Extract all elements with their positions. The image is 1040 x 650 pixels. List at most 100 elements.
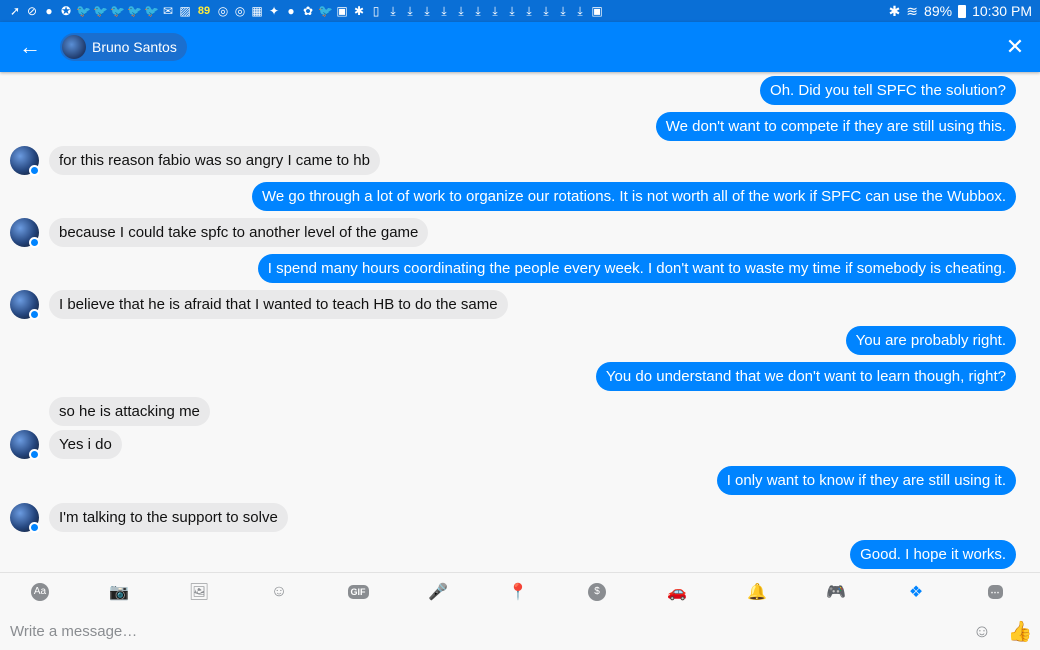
notification-icon: ⊘ bbox=[26, 4, 38, 18]
notification-icon: ▣ bbox=[591, 4, 603, 18]
contact-avatar bbox=[62, 35, 86, 59]
notification-icon: 🐦 bbox=[93, 4, 108, 18]
text-style-icon[interactable]: Aa bbox=[29, 582, 51, 602]
message-row-sent: You do understand that we don't want to … bbox=[0, 362, 1040, 394]
sender-avatar[interactable] bbox=[10, 146, 40, 176]
sticker-icon[interactable]: ☺ bbox=[971, 620, 993, 642]
sent-message-bubble[interactable]: I spend many hours coordinating the peop… bbox=[257, 254, 1016, 283]
notification-icon: 🐦 bbox=[76, 4, 91, 18]
notification-icon: ● bbox=[45, 4, 53, 18]
notification-icon: ⤓ bbox=[407, 4, 413, 18]
received-message-bubble[interactable]: I'm talking to the support to solve bbox=[49, 503, 288, 532]
location-icon[interactable]: 📍 bbox=[507, 582, 529, 602]
more-options-icon[interactable]: ⋯ bbox=[984, 582, 1006, 602]
dropbox-icon[interactable]: ❖ bbox=[905, 582, 927, 602]
sender-avatar[interactable] bbox=[10, 430, 40, 460]
battery-icon bbox=[958, 4, 967, 18]
notification-icon: ⤓ bbox=[577, 4, 583, 18]
sent-message-bubble[interactable]: I only want to know if they are still us… bbox=[716, 466, 1016, 495]
status-bar: ➚ ⊘ ● ✪ 🐦 🐦 🐦 🐦 🐦 ✉ ▨ 89 ◎ ◎ ▦ ✦ ● ✿ 🐦 ▣ ✱ ▯ ⤓ ⤓ ⤓ ⤓ ⤓ ⤓ ⤓ ⤓ ⤓ ⤓ ⤓ ⤓ ▣ ✱ ≋… bbox=[0, 0, 1040, 22]
sent-message-bubble[interactable]: Good. I hope it works. bbox=[850, 540, 1016, 569]
received-message-bubble[interactable]: I believe that he is afraid that I wante… bbox=[49, 290, 508, 319]
contact-chip[interactable]: Bruno Santos bbox=[60, 33, 187, 61]
notification-icon: ✿ bbox=[302, 4, 314, 18]
wifi-icon: ≋ bbox=[906, 2, 919, 19]
message-row-sent: Oh. Did you tell SPFC the solution? bbox=[0, 76, 1040, 108]
notification-icon: 🐦 bbox=[110, 4, 125, 18]
message-row-received: for this reason fabio was so angry I cam… bbox=[0, 146, 1040, 178]
sender-avatar[interactable] bbox=[10, 503, 40, 533]
received-message-bubble[interactable]: for this reason fabio was so angry I cam… bbox=[49, 146, 380, 175]
game-controller-icon[interactable]: 🎮 bbox=[825, 582, 847, 602]
sent-message-bubble[interactable]: We go through a lot of work to organize … bbox=[252, 182, 1016, 211]
bell-icon[interactable]: 🔔 bbox=[746, 582, 768, 602]
notification-icon: 89 bbox=[197, 5, 211, 17]
message-row-received: I believe that he is afraid that I wante… bbox=[0, 290, 1040, 322]
notification-icon: 🐦 bbox=[144, 4, 159, 18]
received-message-bubble[interactable]: Yes i do bbox=[49, 430, 122, 459]
bluetooth-icon: ✱ bbox=[888, 2, 901, 19]
notification-icon: ✪ bbox=[60, 4, 72, 18]
notification-icon: ▯ bbox=[372, 4, 380, 18]
notification-icon: ⤓ bbox=[543, 4, 549, 18]
notification-icon: ◎ bbox=[217, 4, 229, 18]
notification-icon: ⤓ bbox=[424, 4, 430, 18]
notification-icon: ➚ bbox=[9, 4, 21, 18]
emoji-icon[interactable]: ☺ bbox=[268, 582, 290, 602]
message-row-received: I'm talking to the support to solve bbox=[0, 503, 1040, 535]
sent-message-bubble[interactable]: We don't want to compete if they are sti… bbox=[655, 112, 1016, 141]
received-message-bubble[interactable]: because I could take spfc to another lev… bbox=[49, 218, 429, 247]
gallery-icon[interactable]: 🖼 bbox=[188, 582, 210, 602]
like-icon[interactable]: 👍 bbox=[1008, 619, 1033, 643]
messenger-badge-icon bbox=[29, 165, 40, 176]
message-row-received: because I could take spfc to another lev… bbox=[0, 218, 1040, 250]
notification-icon: ◎ bbox=[234, 4, 246, 18]
notification-icon: ⤓ bbox=[509, 4, 515, 18]
message-list[interactable]: Oh. Did you tell SPFC the solution? We do… bbox=[0, 72, 1040, 572]
notification-icon: ▨ bbox=[179, 4, 191, 18]
message-row-sent: Good. I hope it works. bbox=[0, 540, 1040, 572]
messenger-badge-icon bbox=[29, 522, 40, 533]
car-icon[interactable]: 🚗 bbox=[666, 582, 688, 602]
sent-message-bubble[interactable]: Oh. Did you tell SPFC the solution? bbox=[760, 76, 1016, 105]
microphone-icon[interactable]: 🎤 bbox=[427, 582, 449, 602]
messenger-badge-icon bbox=[29, 237, 40, 248]
message-row-sent: We don't want to compete if they are sti… bbox=[0, 112, 1040, 144]
notification-icon: ✉ bbox=[162, 4, 174, 18]
camera-icon[interactable]: 📷 bbox=[108, 582, 130, 602]
sent-message-bubble[interactable]: You do understand that we don't want to … bbox=[595, 362, 1016, 391]
message-row-sent: We go through a lot of work to organize … bbox=[0, 182, 1040, 214]
notification-icon: ▣ bbox=[336, 4, 348, 18]
notification-icon: ⤓ bbox=[492, 4, 498, 18]
message-input[interactable] bbox=[10, 618, 910, 644]
sender-avatar[interactable] bbox=[10, 290, 40, 320]
notification-icon: ⤓ bbox=[560, 4, 566, 18]
notification-icon: ✦ bbox=[268, 4, 280, 18]
message-row-received: so he is attacking me bbox=[0, 397, 1040, 429]
sender-avatar[interactable] bbox=[10, 218, 40, 248]
received-message-bubble[interactable]: so he is attacking me bbox=[49, 397, 210, 426]
messenger-badge-icon bbox=[29, 309, 40, 320]
message-row-sent: I spend many hours coordinating the peop… bbox=[0, 254, 1040, 286]
message-row-sent: You are probably right. bbox=[0, 326, 1040, 358]
gif-icon[interactable]: GIF bbox=[347, 582, 369, 602]
notification-icon: 🐦 bbox=[318, 4, 333, 18]
battery-percent: 89% bbox=[924, 3, 953, 19]
back-arrow-icon[interactable]: ← bbox=[0, 22, 60, 72]
clock: 10:30 PM bbox=[972, 3, 1032, 19]
composer: ☺ 👍 bbox=[0, 610, 1040, 650]
notification-icon: ✱ bbox=[353, 4, 365, 18]
message-row-received: Yes i do bbox=[0, 430, 1040, 462]
messenger-badge-icon bbox=[29, 449, 40, 460]
notification-icon: ⤓ bbox=[526, 4, 532, 18]
close-icon[interactable]: ✕ bbox=[1002, 34, 1028, 60]
chat-header: ← Bruno Santos ✕ bbox=[0, 22, 1040, 72]
notification-icon: ● bbox=[287, 4, 295, 18]
status-right: ✱ ≋ 89% 10:30 PM bbox=[889, 3, 1032, 20]
notification-icon: ⤓ bbox=[458, 4, 464, 18]
contact-name: Bruno Santos bbox=[92, 39, 177, 55]
sent-message-bubble[interactable]: You are probably right. bbox=[845, 326, 1016, 355]
messenger-app: ➚ ⊘ ● ✪ 🐦 🐦 🐦 🐦 🐦 ✉ ▨ 89 ◎ ◎ ▦ ✦ ● ✿ 🐦 ▣ ✱ ▯ ⤓ ⤓ ⤓ ⤓ ⤓ ⤓ ⤓ ⤓ ⤓ ⤓ ⤓ ⤓ ▣ ✱ ≋… bbox=[0, 0, 1040, 650]
payment-icon[interactable]: $ bbox=[586, 582, 608, 602]
notification-icon: ⤓ bbox=[441, 4, 447, 18]
